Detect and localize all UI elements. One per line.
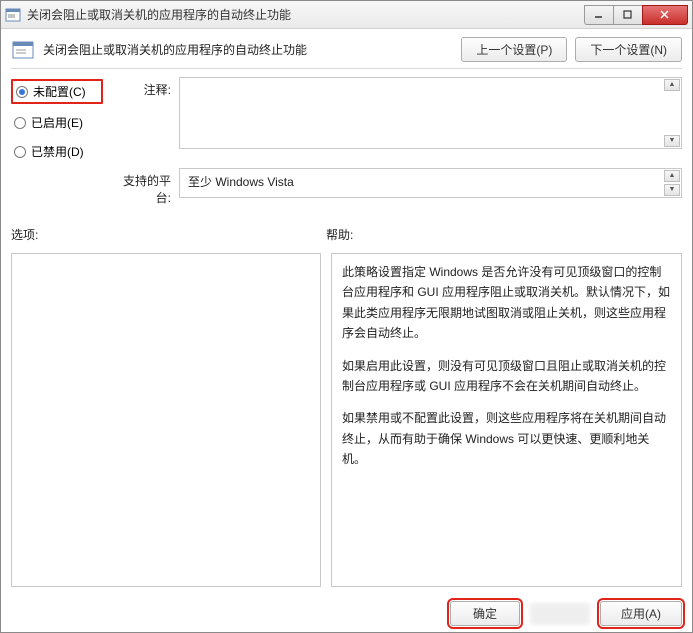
window-title: 关闭会阻止或取消关机的应用程序的自动终止功能 bbox=[27, 6, 585, 23]
dialog-content: 关闭会阻止或取消关机的应用程序的自动终止功能 上一个设置(P) 下一个设置(N)… bbox=[1, 29, 692, 632]
obscured-button bbox=[530, 603, 590, 625]
scroll-down-icon[interactable]: ▼ bbox=[664, 135, 680, 147]
scroll-down-icon[interactable]: ▼ bbox=[664, 184, 680, 196]
help-para: 如果禁用或不配置此设置，则这些应用程序将在关机期间自动终止，从而有助于确保 Wi… bbox=[342, 408, 671, 469]
radio-icon bbox=[14, 146, 26, 158]
comment-label: 注释: bbox=[111, 77, 171, 98]
radio-enabled[interactable]: 已启用(E) bbox=[11, 112, 103, 133]
platform-row: 支持的平台: 至少 Windows Vista ▲ ▼ bbox=[11, 168, 682, 206]
options-panel bbox=[11, 253, 321, 587]
radio-disabled[interactable]: 已禁用(D) bbox=[11, 141, 103, 162]
radio-label: 已禁用(D) bbox=[31, 143, 84, 160]
minimize-button[interactable] bbox=[584, 5, 614, 25]
setting-icon bbox=[11, 38, 35, 62]
window-controls bbox=[585, 5, 688, 25]
header-row: 关闭会阻止或取消关机的应用程序的自动终止功能 上一个设置(P) 下一个设置(N) bbox=[11, 37, 682, 69]
radio-icon bbox=[14, 117, 26, 129]
policy-icon bbox=[5, 7, 21, 23]
close-button[interactable] bbox=[642, 5, 688, 25]
next-setting-button[interactable]: 下一个设置(N) bbox=[575, 37, 682, 62]
config-row: 未配置(C) 已启用(E) 已禁用(D) 注释: ▲ ▼ bbox=[11, 75, 682, 162]
help-label: 帮助: bbox=[326, 226, 682, 243]
panel-labels: 选项: 帮助: bbox=[11, 212, 682, 247]
platform-box: 至少 Windows Vista ▲ ▼ bbox=[179, 168, 682, 198]
platform-value: 至少 Windows Vista bbox=[188, 175, 294, 189]
titlebar: 关闭会阻止或取消关机的应用程序的自动终止功能 bbox=[1, 1, 692, 29]
radio-group: 未配置(C) 已启用(E) 已禁用(D) bbox=[11, 77, 103, 162]
help-para: 如果启用此设置，则没有可见顶级窗口且阻止或取消关机的控制台应用程序或 GUI 应… bbox=[342, 356, 671, 397]
radio-label: 未配置(C) bbox=[33, 83, 86, 100]
comment-textarea[interactable]: ▲ ▼ bbox=[179, 77, 682, 149]
policy-dialog: 关闭会阻止或取消关机的应用程序的自动终止功能 关闭会 bbox=[0, 0, 693, 633]
ok-button[interactable]: 确定 bbox=[450, 601, 520, 626]
platform-label: 支持的平台: bbox=[111, 168, 171, 206]
options-label: 选项: bbox=[11, 226, 326, 243]
radio-icon bbox=[16, 86, 28, 98]
maximize-button[interactable] bbox=[613, 5, 643, 25]
panels: 此策略设置指定 Windows 是否允许没有可见顶级窗口的控制台应用程序和 GU… bbox=[11, 253, 682, 587]
help-para: 此策略设置指定 Windows 是否允许没有可见顶级窗口的控制台应用程序和 GU… bbox=[342, 262, 671, 344]
radio-label: 已启用(E) bbox=[31, 114, 83, 131]
previous-setting-button[interactable]: 上一个设置(P) bbox=[461, 37, 567, 62]
help-panel: 此策略设置指定 Windows 是否允许没有可见顶级窗口的控制台应用程序和 GU… bbox=[331, 253, 682, 587]
radio-not-configured[interactable]: 未配置(C) bbox=[11, 79, 103, 104]
scroll-up-icon[interactable]: ▲ bbox=[664, 79, 680, 91]
scroll-up-icon[interactable]: ▲ bbox=[664, 170, 680, 182]
apply-button[interactable]: 应用(A) bbox=[600, 601, 682, 626]
setting-title: 关闭会阻止或取消关机的应用程序的自动终止功能 bbox=[43, 41, 453, 58]
footer: 确定 应用(A) bbox=[11, 593, 682, 626]
